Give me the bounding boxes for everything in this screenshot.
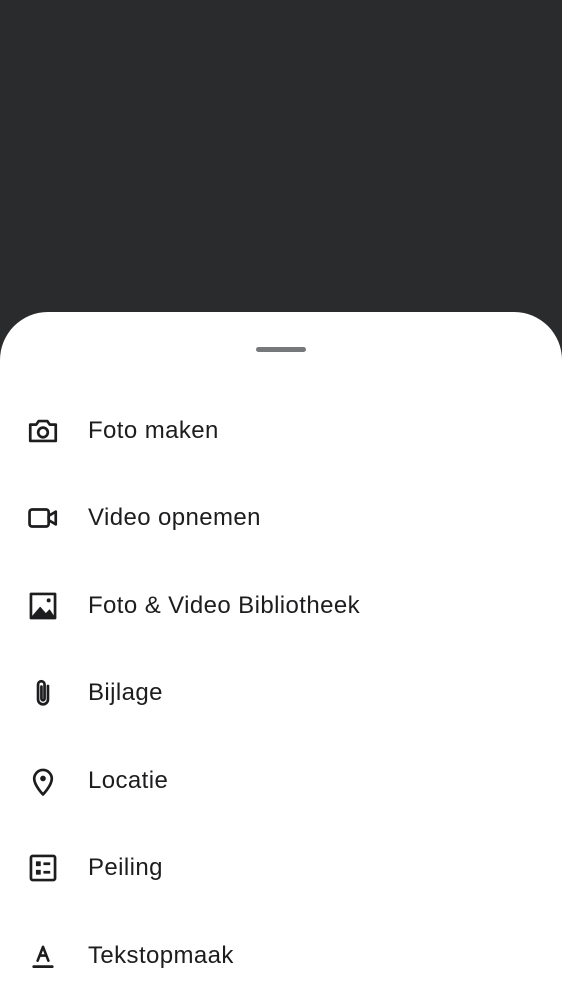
menu-item-location[interactable]: Locatie [0,737,562,825]
menu-item-photo-video-library[interactable]: Foto & Video Bibliotheek [0,562,562,650]
attachment-bottom-sheet: Foto maken Video opnemen Foto & Video Bi… [0,312,562,1000]
menu-item-text-format[interactable]: Tekstopmaak [0,912,562,1000]
menu-item-poll[interactable]: Peiling [0,825,562,913]
image-icon [26,589,60,623]
menu-item-take-photo[interactable]: Foto maken [0,387,562,475]
menu-item-attachment[interactable]: Bijlage [0,650,562,738]
menu-item-label: Video opnemen [88,504,261,532]
drag-handle[interactable] [256,347,306,352]
menu-item-label: Locatie [88,766,169,794]
menu-item-label: Foto maken [88,416,219,444]
menu-item-record-video[interactable]: Video opnemen [0,475,562,563]
videocam-icon [26,501,60,535]
menu-item-label: Peiling [88,854,163,882]
location-pin-icon [26,764,60,798]
poll-icon [26,851,60,885]
paperclip-icon [26,676,60,710]
text-format-icon [26,939,60,973]
attachment-menu: Foto maken Video opnemen Foto & Video Bi… [0,387,562,1000]
menu-item-label: Tekstopmaak [88,941,234,969]
menu-item-label: Foto & Video Bibliotheek [88,591,360,619]
menu-item-label: Bijlage [88,679,163,707]
camera-icon [26,414,60,448]
